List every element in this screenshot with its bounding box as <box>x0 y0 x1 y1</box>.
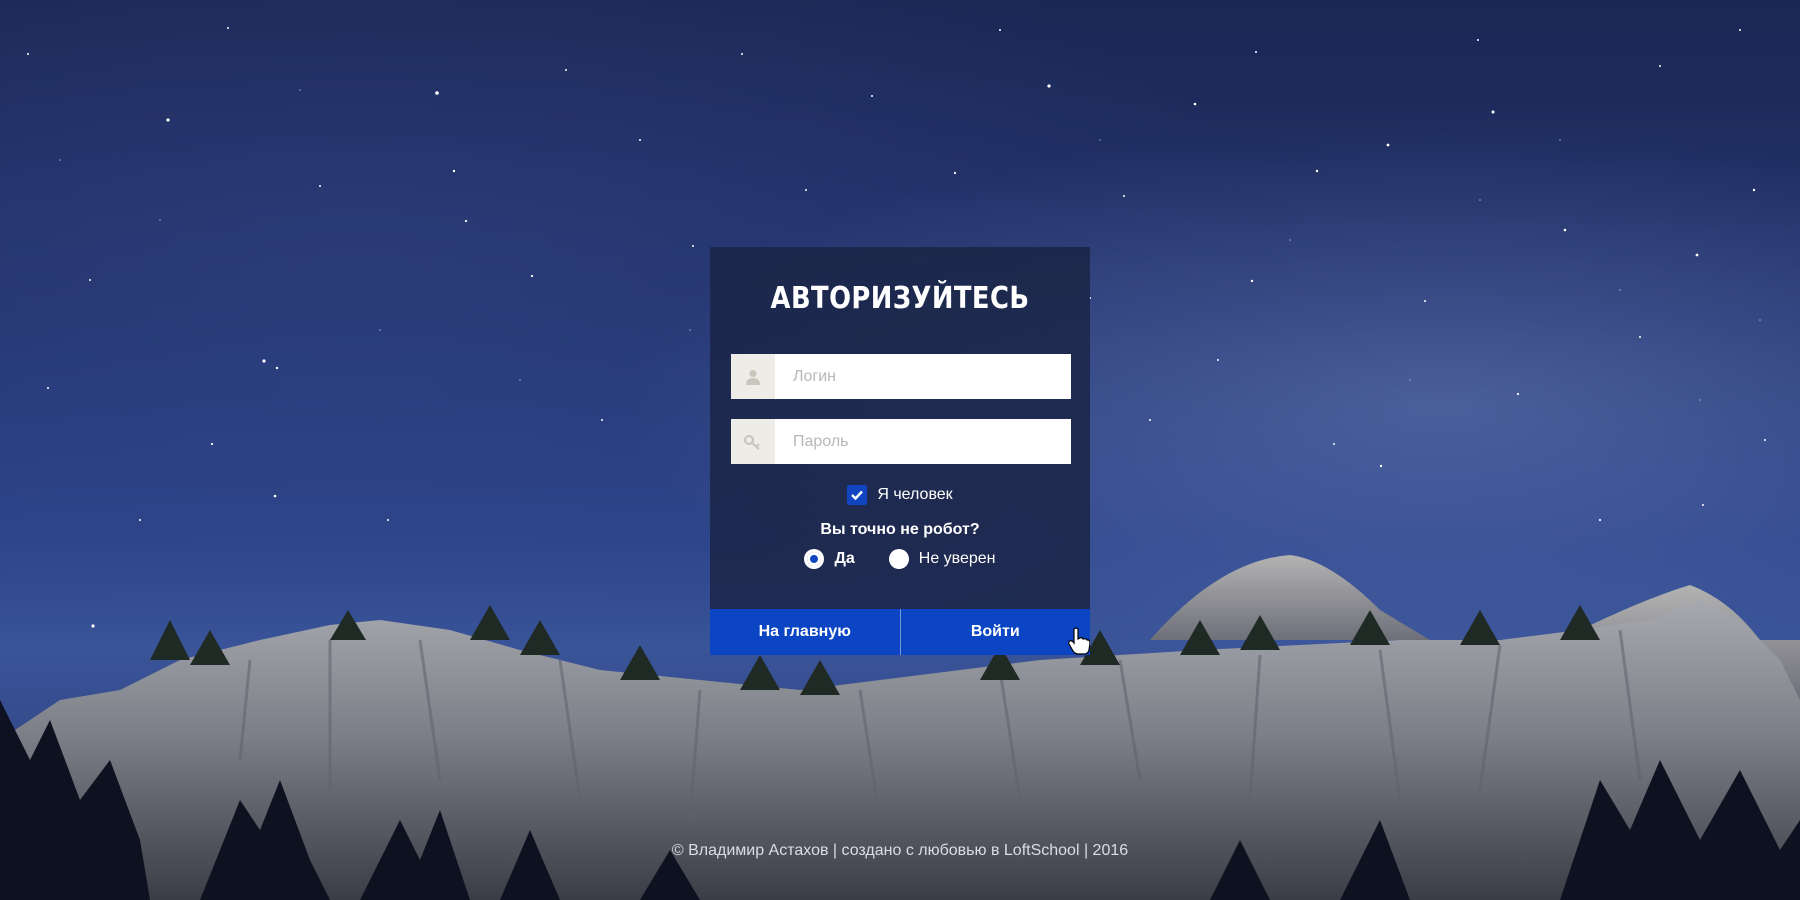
user-icon <box>731 354 775 399</box>
robot-radio-group: Да Не уверен <box>710 549 1090 569</box>
login-field[interactable] <box>731 354 1071 399</box>
footer-copyright: © Владимир Астахов | создано с любовью в… <box>671 842 1129 859</box>
human-checkbox-row[interactable]: Я человек <box>710 485 1090 505</box>
radio-not-sure[interactable] <box>888 549 909 569</box>
home-button[interactable]: На главную <box>710 609 901 655</box>
login-input[interactable] <box>775 355 1071 398</box>
password-field[interactable] <box>731 419 1071 464</box>
radio-yes[interactable] <box>804 549 825 569</box>
radio-yes-label: Да <box>834 550 855 567</box>
password-input[interactable] <box>775 420 1071 463</box>
robot-question: Вы точно не робот? <box>820 521 980 538</box>
login-button-label: Войти <box>970 623 1020 640</box>
hand-cursor-icon <box>1068 627 1090 655</box>
checkmark-icon <box>851 490 864 500</box>
login-form-card: АВТОРИЗУЙТЕСЬ Я человек Вы точно не <box>710 247 1090 655</box>
login-button[interactable]: Войти <box>900 609 1090 655</box>
human-checkbox-label: Я человек <box>877 486 953 503</box>
radio-not-sure-label: Не уверен <box>918 550 996 567</box>
key-icon <box>731 419 775 464</box>
login-title: АВТОРИЗУЙТЕСЬ <box>770 281 1030 316</box>
radio-option-not-sure[interactable]: Не уверен <box>888 549 996 569</box>
form-buttons: На главную Войти <box>710 609 1090 655</box>
human-checkbox[interactable] <box>847 485 868 505</box>
radio-option-yes[interactable]: Да <box>804 549 855 569</box>
